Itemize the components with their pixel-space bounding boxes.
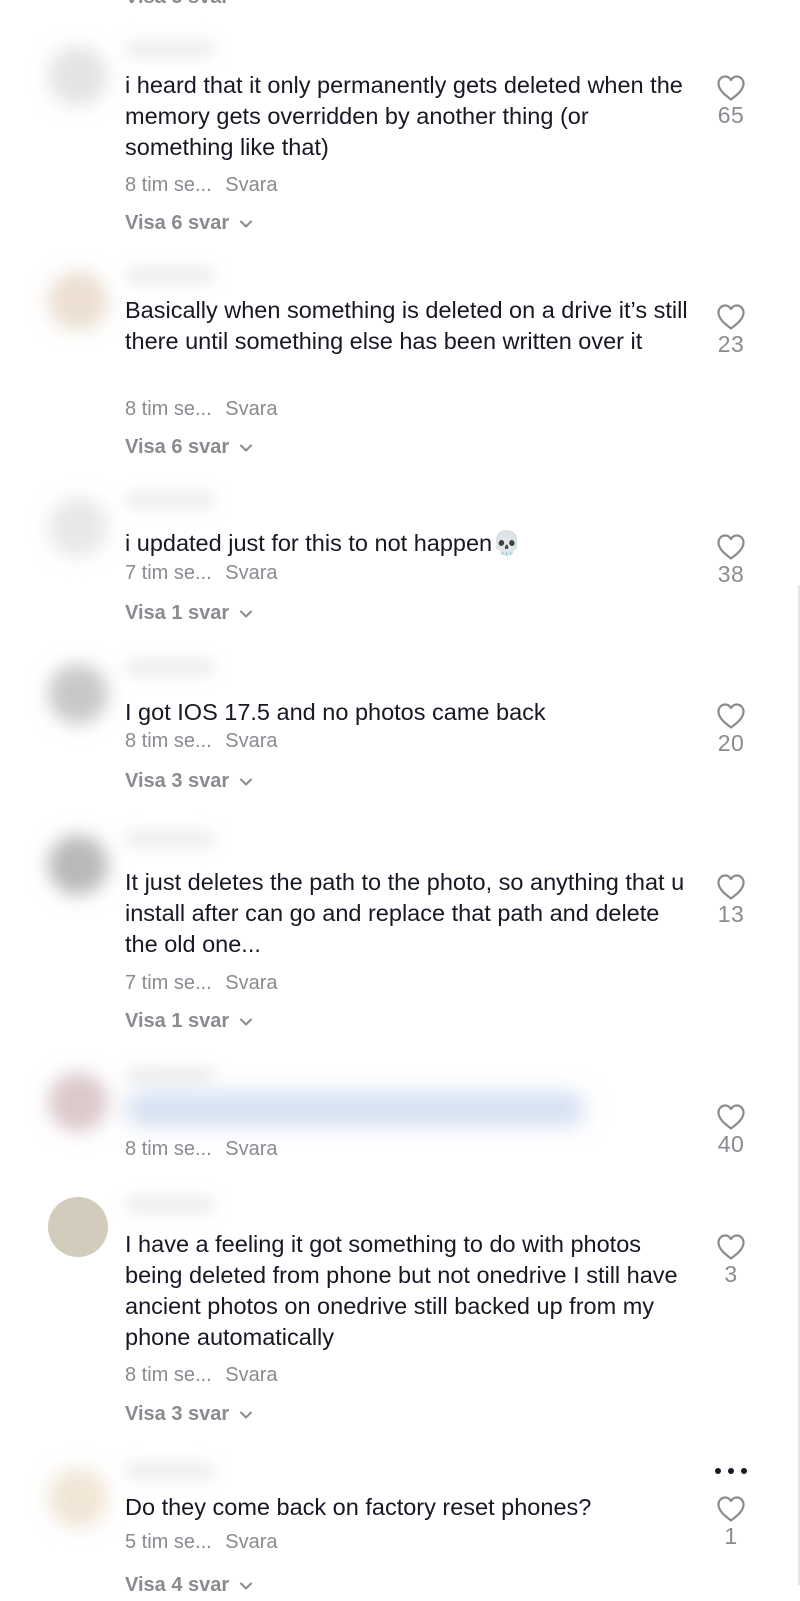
dot [728,1468,734,1474]
view-replies-label: Visa 1 svar [125,1010,230,1032]
username[interactable] [125,40,215,58]
view-replies-button[interactable]: Visa 3 svar [125,770,253,793]
avatar[interactable] [48,835,108,895]
comment-meta: 8 tim se... Svara [125,730,278,753]
chevron-down-icon [240,778,253,785]
avatar[interactable] [48,1197,108,1257]
view-replies-button[interactable]: Visa 6 svar [125,436,253,459]
comment-meta: 8 tim se... Svara [125,1364,278,1387]
avatar[interactable] [48,1468,108,1528]
chevron-down-icon [240,610,253,617]
comment-time: 8 tim se... [125,1138,212,1160]
heart-icon [717,1104,745,1130]
view-replies-button[interactable]: Visa 1 svar [125,602,253,625]
like-button[interactable]: 23 [705,303,757,358]
chevron-down-icon [240,1018,253,1025]
reply-button[interactable]: Svara [225,730,277,752]
chevron-down-icon [240,444,253,451]
comment-meta: 7 tim se... Svara [125,562,278,585]
like-button[interactable]: 1 [705,1495,757,1550]
more-options-icon[interactable] [715,1466,747,1476]
view-replies-button[interactable]: Visa 1 svar [125,1010,253,1033]
avatar[interactable] [48,1072,108,1132]
username[interactable] [125,266,215,284]
like-button[interactable]: 13 [705,873,757,928]
username[interactable] [125,491,215,509]
comment-time: 8 tim se... [125,398,212,420]
like-count: 40 [717,1131,745,1157]
reply-button[interactable]: Svara [225,1138,277,1160]
comment-text: I got IOS 17.5 and no photos came back [125,699,546,725]
reply-button[interactable]: Svara [225,562,277,584]
comment-meta: 8 tim se... Svara [125,1138,278,1161]
dot [715,1468,721,1474]
view-replies-button[interactable]: Visa 6 svar [125,212,253,235]
heart-icon [717,304,745,330]
reply-button[interactable]: Svara [225,398,277,420]
comment-meta: 8 tim se... Svara [125,174,278,197]
show-replies-partial[interactable]: Visa 5 svar [125,0,229,9]
comment-time: 7 tim se... [125,972,212,994]
reply-button[interactable]: Svara [225,1531,277,1553]
reply-button[interactable]: Svara [225,174,277,196]
avatar[interactable] [48,497,108,557]
view-replies-button[interactable]: Visa 3 svar [125,1403,253,1426]
comment-meta: 7 tim se... Svara [125,972,278,995]
avatar[interactable] [48,664,108,724]
heart-icon [717,1496,745,1522]
like-count: 65 [717,102,745,128]
heart-icon [717,703,745,729]
like-button[interactable]: 3 [705,1233,757,1288]
view-replies-label: Visa 4 svar [125,1574,230,1596]
comment-meta: 8 tim se... Svara [125,398,278,421]
comment-text: i heard that it only permanently gets de… [125,72,690,160]
username[interactable] [125,1196,215,1214]
chevron-down-icon [240,220,253,227]
like-count: 13 [717,901,745,927]
comment-text: It just deletes the path to the photo, s… [125,869,691,957]
comment-text: Basically when something is deleted on a… [125,297,695,354]
username[interactable] [125,658,215,676]
redacted-comment-text [125,1092,585,1126]
chevron-down-icon [240,1582,253,1589]
username[interactable] [125,1066,215,1084]
heart-icon [717,534,745,560]
view-replies-label: Visa 1 svar [125,602,230,624]
heart-icon [717,1234,745,1260]
username[interactable] [125,830,215,848]
heart-icon [717,874,745,900]
reply-button[interactable]: Svara [225,1364,277,1386]
view-replies-label: Visa 6 svar [125,212,230,234]
like-count: 20 [717,730,745,756]
comment-time: 8 tim se... [125,730,212,752]
comment-time: 8 tim se... [125,174,212,196]
view-replies-label: Visa 3 svar [125,1403,230,1425]
like-count: 3 [724,1261,738,1287]
like-button[interactable]: 38 [705,533,757,588]
view-replies-label: Visa 3 svar [125,770,230,792]
like-button[interactable]: 65 [705,74,757,129]
avatar[interactable] [48,271,108,331]
comment-text: I have a feeling it got something to do … [125,1231,685,1350]
username[interactable] [125,1462,215,1480]
comment-time: 8 tim se... [125,1364,212,1386]
comment-time: 7 tim se... [125,562,212,584]
comment-text: Do they come back on factory reset phone… [125,1494,592,1520]
like-count: 1 [724,1523,738,1549]
view-replies-button[interactable]: Visa 4 svar [125,1574,253,1597]
heart-icon [717,75,745,101]
avatar[interactable] [48,46,108,106]
like-count: 23 [717,331,745,357]
like-button[interactable]: 20 [705,702,757,757]
like-button[interactable]: 40 [705,1103,757,1158]
reply-button[interactable]: Svara [225,972,277,994]
chevron-down-icon [240,1411,253,1418]
view-replies-label: Visa 6 svar [125,436,230,458]
comment-text: i updated just for this to not happen💀 [125,530,522,556]
dot [741,1468,747,1474]
comment-time: 5 tim se... [125,1531,212,1553]
comment-meta: 5 tim se... Svara [125,1531,278,1554]
like-count: 38 [717,561,745,587]
